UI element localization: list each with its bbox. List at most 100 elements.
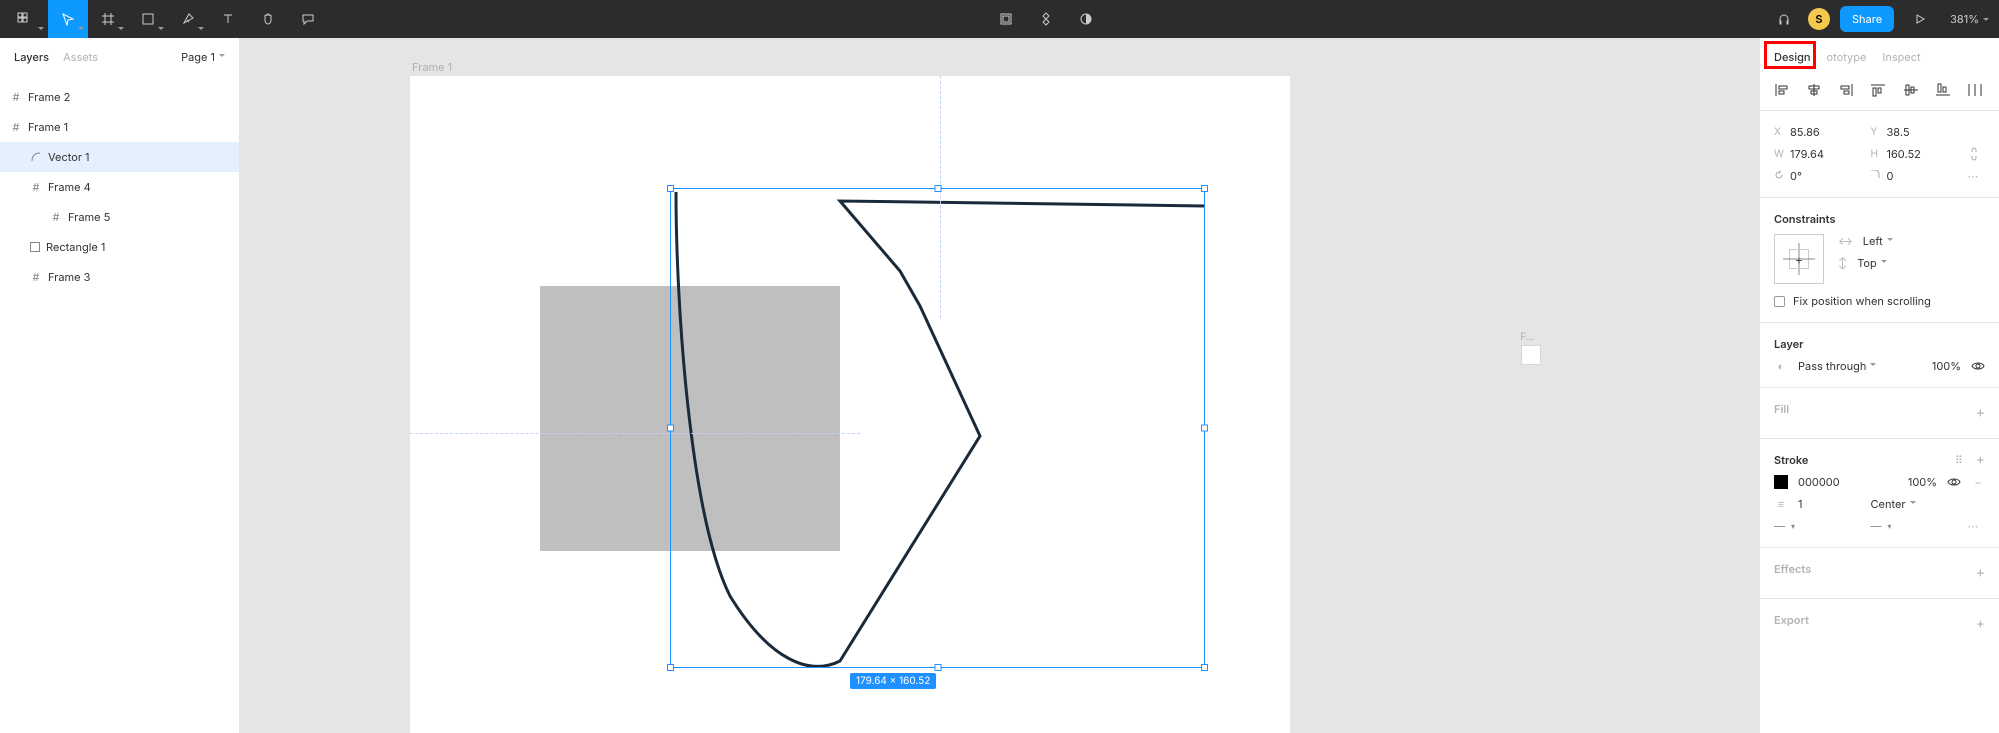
frame-icon: # [10,121,22,133]
vector-icon [30,151,42,163]
fix-position-checkbox[interactable] [1774,296,1785,307]
selection-box[interactable] [670,188,1205,668]
edit-object-icon[interactable] [986,0,1026,38]
layer-label: Frame 3 [48,270,90,284]
layer-row-vector1[interactable]: Vector 1 [0,142,239,172]
y-field[interactable]: Y38.5 [1871,125,1950,139]
layer-row-frame4[interactable]: # Frame 4 [0,172,239,202]
stroke-opacity-field[interactable]: 100% [1908,475,1937,489]
layer-opacity-field[interactable]: 100% [1932,359,1961,373]
constraints-title: Constraints [1774,212,1985,226]
stroke-end-cap[interactable]: — ▾ [1871,519,1950,533]
blend-icon[interactable]: ◐ [1774,359,1788,373]
fill-section: Fill + [1760,394,1999,432]
stroke-align-select[interactable]: Center [1871,497,1950,511]
add-export-button[interactable]: + [1976,617,1985,631]
constraint-v-select[interactable]: Top [1857,256,1887,270]
rotation-field[interactable]: 0° [1774,169,1853,183]
resize-handle-bl[interactable] [667,664,674,671]
main-menu-button[interactable] [0,0,48,38]
page-selector[interactable]: Page 1 [181,50,225,64]
layer-label: Frame 2 [28,90,70,104]
layer-row-frame1[interactable]: # Frame 1 [0,112,239,142]
tab-inspect[interactable]: Inspect [1882,50,1920,64]
resize-handle-tl[interactable] [667,185,674,192]
stroke-color-swatch[interactable] [1774,475,1788,489]
canvas[interactable]: Frame 1 F… 179.64 × 160.52 [240,38,1759,733]
layer-row-frame2[interactable]: # Frame 2 [0,82,239,112]
resize-handle-t[interactable] [934,185,941,192]
fix-position-label: Fix position when scrolling [1793,294,1931,308]
fill-title: Fill [1774,402,1789,416]
layer-row-frame5[interactable]: # Frame 5 [0,202,239,232]
frame-title[interactable]: Frame 1 [412,60,452,74]
layer-label: Frame 5 [68,210,110,224]
comment-tool[interactable] [288,0,328,38]
visibility-toggle[interactable] [1971,359,1985,373]
headphones-icon[interactable] [1764,0,1804,38]
frame-2[interactable] [1522,346,1540,364]
stroke-weight-field[interactable]: 1 [1798,497,1802,511]
properties-panel: Design ototype Inspect X85.86 Y38.5 W179… [1759,38,1999,733]
constrain-proportions-icon[interactable] [1967,147,1981,161]
zoom-dropdown[interactable]: 381% [1940,12,1999,26]
properties-tabs: Design ototype Inspect [1760,38,1999,76]
align-vcenter-icon[interactable] [1903,82,1921,98]
shape-tool[interactable] [128,0,168,38]
layer-section: Layer ◐ Pass through 100% [1760,329,1999,381]
h-field[interactable]: H160.52 [1871,147,1950,161]
layer-row-frame3[interactable]: # Frame 3 [0,262,239,292]
tab-assets[interactable]: Assets [63,50,98,64]
resize-handle-b[interactable] [934,664,941,671]
align-hcenter-icon[interactable] [1806,82,1824,98]
share-button[interactable]: Share [1840,6,1894,32]
x-field[interactable]: X85.86 [1774,125,1853,139]
export-section: Export + [1760,605,1999,643]
constraint-h-select[interactable]: Left [1863,234,1893,248]
stroke-style-icon[interactable]: ⠿ [1952,453,1966,467]
tab-prototype[interactable]: ototype [1827,50,1867,64]
resize-handle-r[interactable] [1201,425,1208,432]
layer-list: # Frame 2 # Frame 1 Vector 1 # Frame 4 #… [0,82,239,292]
resize-handle-l[interactable] [667,425,674,432]
pen-tool[interactable] [168,0,208,38]
move-tool[interactable] [48,0,88,38]
layer-row-rectangle1[interactable]: Rectangle 1 [0,232,239,262]
mask-icon[interactable] [1066,0,1106,38]
align-left-icon[interactable] [1774,82,1792,98]
remove-stroke-button[interactable]: − [1971,475,1985,489]
frame-2-title[interactable]: F… [1520,331,1534,343]
align-bottom-icon[interactable] [1935,82,1953,98]
tab-design[interactable]: Design [1774,50,1811,64]
blend-mode-select[interactable]: Pass through [1798,359,1876,373]
resize-handle-br[interactable] [1201,664,1208,671]
add-fill-button[interactable]: + [1976,406,1985,420]
add-effect-button[interactable]: + [1976,566,1985,580]
corner-radius-field[interactable]: 0 [1871,169,1950,183]
frame-tool[interactable] [88,0,128,38]
constraints-diagram[interactable]: + [1774,234,1824,284]
stroke-section: Stroke ⠿ + 000000 100% − ≡ 1 Center [1760,445,1999,541]
layer-title: Layer [1774,337,1985,351]
user-avatar[interactable]: S [1808,8,1830,30]
present-button[interactable] [1900,0,1940,38]
effects-section: Effects + [1760,554,1999,592]
align-top-icon[interactable] [1870,82,1888,98]
w-field[interactable]: W179.64 [1774,147,1853,161]
layers-panel: Layers Assets Page 1 # Frame 2 # Frame 1… [0,38,240,733]
stroke-start-cap[interactable]: — ▾ [1774,519,1853,533]
frame-icon: # [30,181,42,193]
component-icon[interactable] [1026,0,1066,38]
distribute-icon[interactable] [1967,82,1985,98]
stroke-advanced-icon[interactable]: ⋯ [1967,519,1981,533]
add-stroke-button[interactable]: + [1976,453,1985,467]
transform-section: X85.86 Y38.5 W179.64 H160.52 0° 0 ⋯ [1760,117,1999,191]
stroke-hex-field[interactable]: 000000 [1798,475,1840,489]
more-options-icon[interactable]: ⋯ [1967,169,1981,183]
align-right-icon[interactable] [1838,82,1856,98]
stroke-visibility-toggle[interactable] [1947,475,1961,489]
resize-handle-tr[interactable] [1201,185,1208,192]
text-tool[interactable] [208,0,248,38]
hand-tool[interactable] [248,0,288,38]
tab-layers[interactable]: Layers [14,50,49,64]
